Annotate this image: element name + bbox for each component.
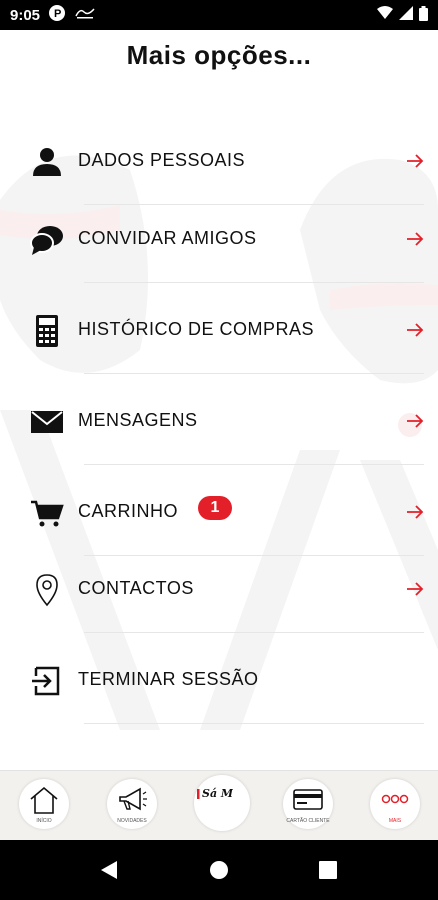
tab-label: INÍCIO xyxy=(36,818,52,824)
arrow-right-icon xyxy=(406,231,424,247)
page-title: Mais opções... xyxy=(126,40,312,70)
tab-novidades[interactable]: NOVIDADES xyxy=(107,779,157,829)
tab-inicio[interactable]: INÍCIO xyxy=(19,779,69,829)
menu-item-terminar-sessao[interactable]: TERMINAR SESSÃO xyxy=(0,634,438,724)
menu-item-label: HISTÓRICO DE COMPRAS xyxy=(78,319,315,339)
app-notification-icon-2 xyxy=(74,6,96,24)
menu-item-label: TERMINAR SESSÃO xyxy=(78,669,259,689)
arrow-right-icon xyxy=(406,504,424,520)
divider xyxy=(84,373,424,374)
status-bar: 9:05 P xyxy=(0,0,438,30)
menu-item-mensagens[interactable]: MENSAGENS xyxy=(0,375,438,465)
arrow-right-icon xyxy=(406,322,424,338)
signal-icon xyxy=(399,6,413,24)
location-pin-icon xyxy=(30,573,64,607)
tab-brand-home[interactable]: Sá Morais xyxy=(194,775,250,831)
svg-text:P: P xyxy=(54,8,61,20)
battery-icon xyxy=(419,5,428,25)
calculator-icon xyxy=(30,314,64,348)
svg-text:Sá Morais: Sá Morais xyxy=(202,787,233,800)
back-icon[interactable] xyxy=(99,860,119,885)
cart-icon xyxy=(30,496,64,530)
status-time: 9:05 xyxy=(10,6,41,24)
menu-item-label: MENSAGENS xyxy=(78,410,198,430)
menu-item-label: CARRINHO xyxy=(78,501,179,521)
menu-item-contactos[interactable]: CONTACTOS xyxy=(0,543,438,633)
envelope-icon xyxy=(30,405,64,439)
menu-item-convidar-amigos[interactable]: CONVIDAR AMIGOS xyxy=(0,193,438,283)
tab-label: MAIS xyxy=(388,818,402,824)
arrow-right-icon xyxy=(406,581,424,597)
tab-cartao-cliente[interactable]: CARTÃO CLIENTE xyxy=(283,779,333,829)
wifi-icon xyxy=(377,6,393,24)
person-icon xyxy=(30,145,64,179)
divider xyxy=(84,282,424,283)
logout-icon xyxy=(30,664,64,698)
chat-bubbles-icon xyxy=(30,223,64,257)
divider xyxy=(84,723,424,724)
divider xyxy=(84,632,424,633)
tab-label: NOVIDADES xyxy=(117,818,147,824)
menu-item-label: CONVIDAR AMIGOS xyxy=(78,228,257,248)
recents-square-icon[interactable] xyxy=(319,861,337,884)
tab-label: CARTÃO CLIENTE xyxy=(286,818,330,824)
divider xyxy=(84,464,424,465)
menu-item-historico-compras[interactable]: HISTÓRICO DE COMPRAS xyxy=(0,284,438,374)
menu-item-dados-pessoais[interactable]: DADOS PESSOAIS xyxy=(0,115,438,205)
cart-count-badge: 1 xyxy=(198,496,232,520)
tab-mais[interactable]: MAIS xyxy=(370,779,420,829)
system-navigation-bar xyxy=(0,840,438,900)
menu-item-label: CONTACTOS xyxy=(78,578,194,598)
home-circle-icon[interactable] xyxy=(209,860,229,885)
bottom-tab-bar: INÍCIO NOVIDADES Sá Morais CARTÃO CLIENT… xyxy=(0,770,438,840)
arrow-right-icon xyxy=(406,413,424,429)
menu-item-label: DADOS PESSOAIS xyxy=(78,150,246,170)
app-notification-icon: P xyxy=(48,4,66,26)
arrow-right-icon xyxy=(406,153,424,169)
